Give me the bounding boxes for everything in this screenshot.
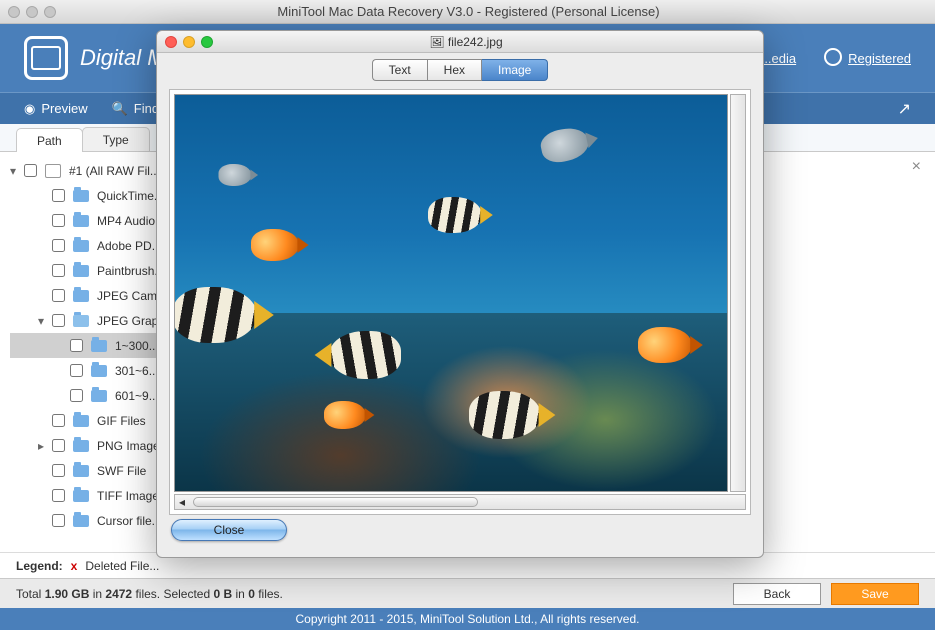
zoom-traffic-light[interactable] (44, 6, 56, 18)
folder-icon (73, 240, 89, 252)
folder-open-icon (73, 315, 89, 327)
deleted-icon: x (71, 559, 78, 573)
folder-icon (91, 365, 107, 377)
tree-checkbox[interactable] (70, 389, 83, 402)
close-traffic-light[interactable] (8, 6, 20, 18)
footer: Copyright 2011 - 2015, MiniTool Solution… (0, 608, 935, 630)
tree-checkbox[interactable] (52, 239, 65, 252)
tree-checkbox[interactable] (52, 314, 65, 327)
tree-checkbox[interactable] (52, 439, 65, 452)
folder-icon (73, 440, 89, 452)
preview-toolbar-button[interactable]: ◉ Preview (24, 101, 88, 117)
preview-image (174, 94, 728, 492)
modal-segmented-control: Text Hex Image (157, 53, 763, 87)
tree-checkbox[interactable] (52, 289, 65, 302)
modal-zoom-traffic-light[interactable] (201, 36, 213, 48)
image-file-icon: 🖼 (429, 35, 444, 49)
disclosure-icon[interactable]: ▾ (10, 164, 20, 178)
drive-icon (45, 164, 61, 178)
tree-item-label[interactable]: 601~9... (115, 389, 159, 403)
folder-icon (91, 390, 107, 402)
tree-root-label: #1 (All RAW Fil... (69, 164, 160, 178)
close-preview-button[interactable]: × (912, 158, 921, 176)
disclosure-icon[interactable]: ▾ (38, 314, 48, 328)
tree-checkbox[interactable] (52, 264, 65, 277)
tree-item-label[interactable]: GIF Files (97, 414, 146, 428)
app-logo-icon (24, 36, 68, 80)
modal-title: file242.jpg (448, 35, 503, 49)
modal-close-traffic-light[interactable] (165, 36, 177, 48)
search-icon: 🔍 (112, 101, 128, 117)
tree-checkbox[interactable] (52, 414, 65, 427)
seg-hex[interactable]: Hex (427, 59, 482, 81)
tree-item-label[interactable]: Cursor file... (97, 514, 162, 528)
folder-icon (73, 190, 89, 202)
folder-icon (73, 465, 89, 477)
modal-minimize-traffic-light[interactable] (183, 36, 195, 48)
folder-icon (91, 340, 107, 352)
tree-checkbox[interactable] (52, 489, 65, 502)
folder-icon (73, 415, 89, 427)
tree-checkbox[interactable] (70, 339, 83, 352)
key-icon (824, 48, 842, 69)
tab-path[interactable]: Path (16, 128, 83, 152)
tree-checkbox[interactable] (52, 214, 65, 227)
eye-icon: ◉ (24, 101, 35, 117)
seg-image[interactable]: Image (482, 59, 548, 81)
media-link[interactable]: ...edia (761, 48, 796, 69)
folder-icon (73, 265, 89, 277)
save-button[interactable]: Save (831, 583, 919, 605)
minimize-traffic-light[interactable] (26, 6, 38, 18)
close-button[interactable]: Close (171, 519, 287, 541)
status-bar: Total 1.90 GB in 2472 files. Selected 0 … (0, 578, 935, 608)
tree-item-label[interactable]: 301~6... (115, 364, 159, 378)
tree-checkbox[interactable] (70, 364, 83, 377)
tree-item-label[interactable]: Paintbrush... (97, 264, 164, 278)
tree-checkbox[interactable] (52, 189, 65, 202)
folder-icon (73, 215, 89, 227)
tab-type[interactable]: Type (82, 127, 150, 151)
image-preview-modal: 🖼 file242.jpg Text Hex Image ◂ (156, 30, 764, 558)
registered-link[interactable]: Registered (824, 48, 911, 69)
tree-item-label[interactable]: 1~300... (115, 339, 159, 353)
vertical-scrollbar[interactable] (730, 94, 746, 492)
modal-titlebar[interactable]: 🖼 file242.jpg (157, 31, 763, 53)
folder-icon (73, 490, 89, 502)
main-titlebar: MiniTool Mac Data Recovery V3.0 - Regist… (0, 0, 935, 24)
tree-item-label[interactable]: SWF File (97, 464, 146, 478)
back-button[interactable]: Back (733, 583, 821, 605)
tree-checkbox[interactable] (52, 514, 65, 527)
share-icon[interactable]: ↗ (898, 99, 911, 119)
folder-icon (73, 515, 89, 527)
folder-icon (73, 290, 89, 302)
tree-checkbox[interactable] (52, 464, 65, 477)
tree-item-label[interactable]: QuickTime... (97, 189, 164, 203)
image-viewport: ◂ (169, 89, 751, 515)
tree-item-label[interactable]: MP4 Audio... (97, 214, 165, 228)
tree-checkbox[interactable] (24, 164, 37, 177)
disclosure-icon[interactable]: ▸ (38, 439, 48, 453)
seg-text[interactable]: Text (372, 59, 427, 81)
horizontal-scrollbar[interactable]: ◂ (174, 494, 746, 510)
tree-item-label[interactable]: Adobe PD... (97, 239, 162, 253)
window-title: MiniTool Mac Data Recovery V3.0 - Regist… (62, 4, 935, 19)
